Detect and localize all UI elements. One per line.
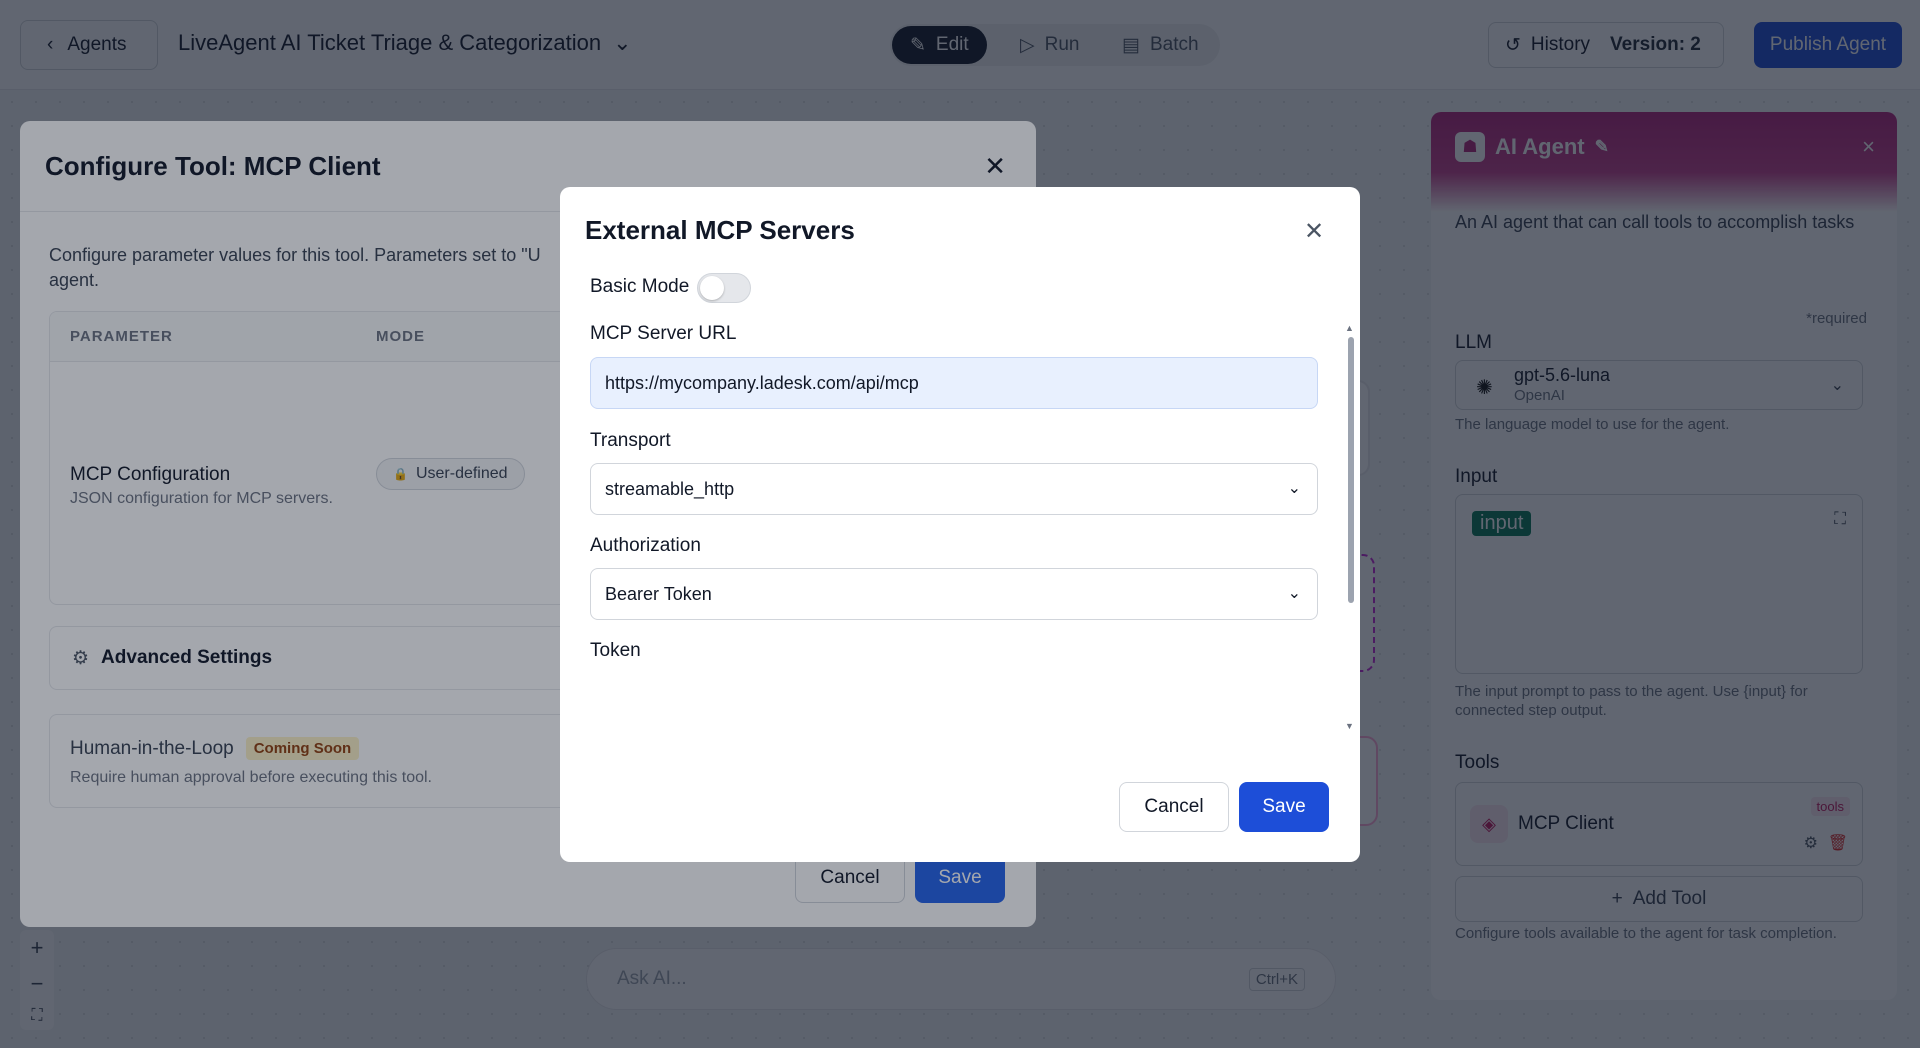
scroll-up-icon[interactable]: ▲: [1345, 323, 1354, 333]
authorization-label: Authorization: [590, 535, 701, 556]
authorization-value: Bearer Token: [605, 583, 712, 604]
transport-label: Transport: [590, 430, 671, 451]
basic-mode-label: Basic Mode: [590, 276, 690, 297]
chevron-down-icon: ⌄: [1287, 585, 1301, 602]
external-mcp-servers-modal: External MCP Servers ✕ Basic Mode MCP Se…: [560, 187, 1360, 862]
transport-select[interactable]: streamable_http ⌄: [590, 463, 1318, 515]
mcp-server-url-input[interactable]: https://mycompany.ladesk.com/api/mcp: [590, 357, 1318, 409]
close-icon[interactable]: ✕: [1304, 217, 1324, 246]
scrollbar-thumb[interactable]: [1348, 337, 1354, 603]
mcp-server-url-label: MCP Server URL: [590, 323, 737, 344]
modal-title: External MCP Servers: [585, 215, 855, 245]
modal-body: Basic Mode MCP Server URL https://mycomp…: [560, 267, 1350, 667]
basic-mode-toggle[interactable]: [697, 273, 751, 303]
scroll-down-icon[interactable]: ▼: [1345, 721, 1354, 731]
token-label: Token: [590, 640, 641, 661]
transport-value: streamable_http: [605, 478, 735, 499]
toggle-knob: [700, 276, 724, 300]
cancel-button[interactable]: Cancel: [1119, 782, 1229, 832]
save-button[interactable]: Save: [1239, 782, 1329, 832]
authorization-select[interactable]: Bearer Token ⌄: [590, 568, 1318, 620]
url-value: https://mycompany.ladesk.com/api/mcp: [605, 372, 919, 393]
chevron-down-icon: ⌄: [1287, 480, 1301, 497]
